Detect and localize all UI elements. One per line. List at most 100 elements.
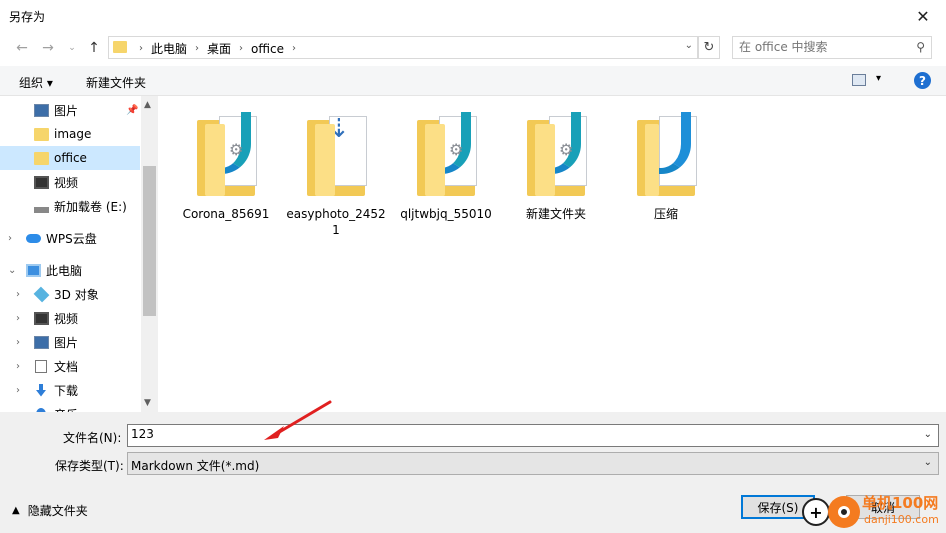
chevron-up-icon: ▲ (12, 505, 20, 516)
chevron-right-icon[interactable]: › (16, 361, 20, 372)
folder-icon: ⚙ (521, 110, 591, 198)
sidebar-item-pictures-pc[interactable]: › 图片 (0, 330, 140, 354)
file-item[interactable]: ⇣ easyphoto_24521 (284, 110, 388, 238)
sidebar-item-label: 图片 (54, 103, 79, 118)
picture-icon (34, 335, 49, 349)
sidebar-item-music[interactable]: › 音乐 (0, 402, 140, 412)
sidebar-item-pictures-pinned[interactable]: 图片 📌 (0, 98, 140, 122)
cloud-icon (26, 233, 41, 243)
chevron-right-icon[interactable]: › (16, 385, 20, 396)
scrollbar-thumb[interactable] (143, 166, 156, 316)
sidebar-item-image[interactable]: image (0, 122, 140, 146)
chevron-down-icon[interactable]: ▾ (876, 73, 881, 84)
filename-label: 文件名(N): (63, 431, 122, 445)
close-icon[interactable]: ✕ (900, 0, 946, 32)
chevron-right-icon[interactable]: › (16, 289, 20, 300)
watermark-logo: + 单机100网 danji100.com (802, 490, 946, 533)
recent-locations-chevron-icon[interactable]: ⌄ (62, 38, 82, 58)
filetype-select[interactable]: Markdown 文件(*.md) ⌄ (127, 452, 939, 475)
file-item[interactable]: 压缩 (614, 110, 718, 222)
chevron-down-icon[interactable]: ⌄ (924, 429, 932, 440)
download-icon (36, 383, 46, 397)
sidebar-item-label: WPS云盘 (46, 231, 97, 246)
breadcrumb: › 此电脑 › 桌面 › office › (135, 40, 300, 57)
chevron-right-icon[interactable]: › (16, 313, 20, 324)
chevron-right-icon[interactable]: › (235, 43, 247, 54)
picture-icon (34, 103, 49, 117)
sidebar-item-documents[interactable]: › 文档 (0, 354, 140, 378)
filename-field[interactable]: ⌄ (127, 424, 939, 447)
sidebar-item-label: 此电脑 (46, 263, 83, 278)
back-arrow-icon[interactable]: ← (12, 38, 32, 58)
file-name: 新建文件夹 (525, 207, 586, 221)
chevron-right-icon[interactable]: › (191, 43, 203, 54)
file-list: ⚙ Corona_85691 ⇣ easyphoto_24521 ⚙ qljtw… (158, 96, 946, 412)
chevron-right-icon[interactable]: › (16, 337, 20, 348)
file-name: Corona_85691 (182, 207, 270, 221)
chevron-down-icon[interactable]: ⌄ (8, 265, 16, 276)
sidebar-item-label: 视频 (54, 311, 79, 326)
sidebar-item-this-pc[interactable]: ⌄ 此电脑 (0, 258, 140, 282)
breadcrumb-desktop[interactable]: 桌面 (203, 40, 235, 57)
navigation-pane: 图片 📌 image office 视频 新加载卷 (E:) › WPS云盘 ⌄… (0, 96, 158, 412)
chevron-right-icon[interactable]: › (8, 233, 12, 244)
pin-icon[interactable]: 📌 (126, 105, 138, 116)
address-bar[interactable]: › 此电脑 › 桌面 › office › ⌄ (108, 36, 698, 59)
folder-icon (34, 127, 49, 141)
document-icon (35, 359, 47, 373)
command-bar: 组织 ▾ 新建文件夹 ▾ ? (0, 66, 946, 96)
sidebar-item-drive-e[interactable]: 新加载卷 (E:) (0, 194, 140, 218)
file-item[interactable]: ⚙ Corona_85691 (174, 110, 278, 222)
sidebar-item-office[interactable]: office (0, 146, 140, 170)
file-name: easyphoto_24521 (286, 207, 386, 237)
sidebar-item-wps-cloud[interactable]: › WPS云盘 (0, 226, 140, 250)
scroll-up-icon[interactable]: ▲ (144, 100, 151, 110)
sidebar-item-label: 新加载卷 (E:) (54, 199, 127, 214)
folder-icon (34, 151, 49, 165)
chevron-right-icon[interactable]: › (135, 43, 147, 54)
3d-objects-icon (33, 286, 50, 302)
drive-icon (34, 206, 49, 213)
chevron-down-icon[interactable]: ⌄ (685, 40, 693, 51)
computer-icon (26, 263, 41, 277)
help-icon[interactable]: ? (914, 72, 931, 89)
filename-input[interactable] (131, 427, 911, 441)
sidebar-item-label: 下载 (54, 383, 79, 398)
folder-icon (631, 110, 701, 198)
watermark-url: danji100.com (864, 513, 939, 526)
file-item[interactable]: ⚙ qljtwbjq_55010 (394, 110, 498, 222)
search-icon[interactable]: ⚲ (916, 40, 925, 54)
new-folder-button[interactable]: 新建文件夹 (86, 74, 146, 91)
sidebar-item-downloads[interactable]: › 下载 (0, 378, 140, 402)
folder-icon: ⚙ (411, 110, 481, 198)
breadcrumb-this-pc[interactable]: 此电脑 (147, 40, 191, 57)
sidebar-item-label: 视频 (54, 175, 79, 190)
view-options-icon[interactable] (852, 74, 866, 86)
breadcrumb-office[interactable]: office (247, 42, 288, 56)
sidebar-item-3d-objects[interactable]: › 3D 对象 (0, 282, 140, 306)
sidebar-scrollbar[interactable]: ▲ ▼ (141, 96, 158, 412)
organize-button[interactable]: 组织 ▾ (19, 74, 53, 91)
refresh-icon[interactable]: ↻ (698, 36, 720, 59)
file-name: qljtwbjq_55010 (400, 207, 492, 221)
video-icon (34, 311, 49, 325)
scroll-down-icon[interactable]: ▼ (144, 398, 151, 408)
search-input[interactable] (739, 40, 909, 54)
hide-folders-label: 隐藏文件夹 (27, 504, 88, 518)
navigation-bar: ← → ⌄ ↑ › 此电脑 › 桌面 › office › ⌄ ↻ ⚲ (0, 32, 946, 64)
plus-icon: + (802, 498, 830, 526)
hide-folders-toggle[interactable]: ▲ 隐藏文件夹 (12, 502, 88, 519)
search-box[interactable]: ⚲ (732, 36, 932, 59)
title-bar: 另存为 ✕ (0, 0, 946, 32)
sidebar-item-videos[interactable]: 视频 (0, 170, 140, 194)
sidebar-item-label: 3D 对象 (54, 287, 99, 302)
file-item[interactable]: ⚙ 新建文件夹 (504, 110, 608, 222)
sidebar-item-videos-pc[interactable]: › 视频 (0, 306, 140, 330)
filetype-label: 保存类型(T): (55, 459, 124, 473)
forward-arrow-icon[interactable]: → (38, 38, 58, 58)
up-arrow-icon[interactable]: ↑ (84, 38, 104, 58)
chevron-down-icon[interactable]: ⌄ (924, 457, 932, 468)
video-icon (34, 175, 49, 189)
folder-icon: ⚙ (191, 110, 261, 198)
chevron-right-icon[interactable]: › (288, 43, 300, 54)
